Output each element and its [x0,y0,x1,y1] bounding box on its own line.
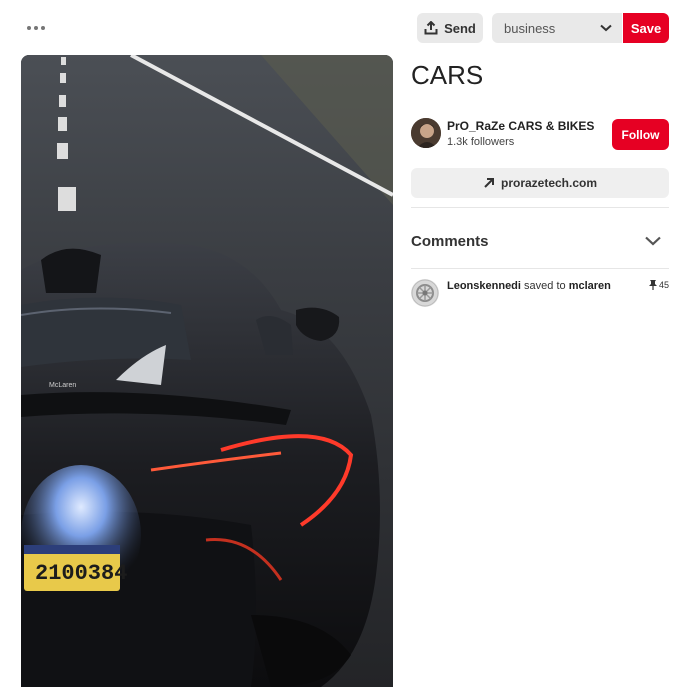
save-count-value: 45 [659,280,670,290]
send-label: Send [444,20,476,36]
more-options-button[interactable] [22,16,50,40]
divider [411,207,669,208]
svg-text:McLaren: McLaren [49,382,76,389]
chevron-down-icon [645,236,661,246]
comments-toggle-button[interactable] [643,232,663,250]
avatar[interactable] [411,279,439,307]
pin-closeup-page: Send business Save McLaren 2100384 CARS … [0,0,683,687]
send-button[interactable]: Send [417,13,483,43]
creator-text: PrO_RaZe CARS & BIKES 1.3k followers [447,119,594,148]
pin-image[interactable]: McLaren 2100384 [21,55,393,687]
share-upload-icon [424,21,438,35]
car-photo: McLaren 2100384 [21,55,393,687]
follow-button[interactable]: Follow [612,119,669,150]
creator-info[interactable]: PrO_RaZe CARS & BIKES 1.3k followers [411,118,594,148]
website-link-button[interactable]: prorazetech.com [411,168,669,198]
website-link-label: prorazetech.com [500,176,598,190]
save-count: 45 [649,280,669,290]
board-select-value: business [504,20,556,36]
comments-heading: Comments [411,233,489,250]
save-button[interactable]: Save [623,13,669,43]
divider [411,268,669,269]
activity-action: saved to [524,280,566,292]
pin-title: CARS [411,60,484,90]
arrow-up-right-icon [484,178,494,188]
pin-icon [649,280,657,290]
creator-followers: 1.3k followers [447,135,515,148]
license-plate-text: 2100384 [35,561,127,586]
board-select-dropdown[interactable]: business [492,13,622,43]
avatar[interactable] [411,118,441,148]
creator-name[interactable]: PrO_RaZe CARS & BIKES [447,119,594,133]
activity-text: Leonskennedi saved to mclaren [447,280,611,292]
ellipsis-icon [27,26,45,30]
chevron-down-icon [600,24,612,32]
activity-item: Leonskennedi saved to mclaren [411,279,611,307]
activity-board[interactable]: mclaren [569,280,611,292]
activity-user[interactable]: Leonskennedi [447,280,521,292]
